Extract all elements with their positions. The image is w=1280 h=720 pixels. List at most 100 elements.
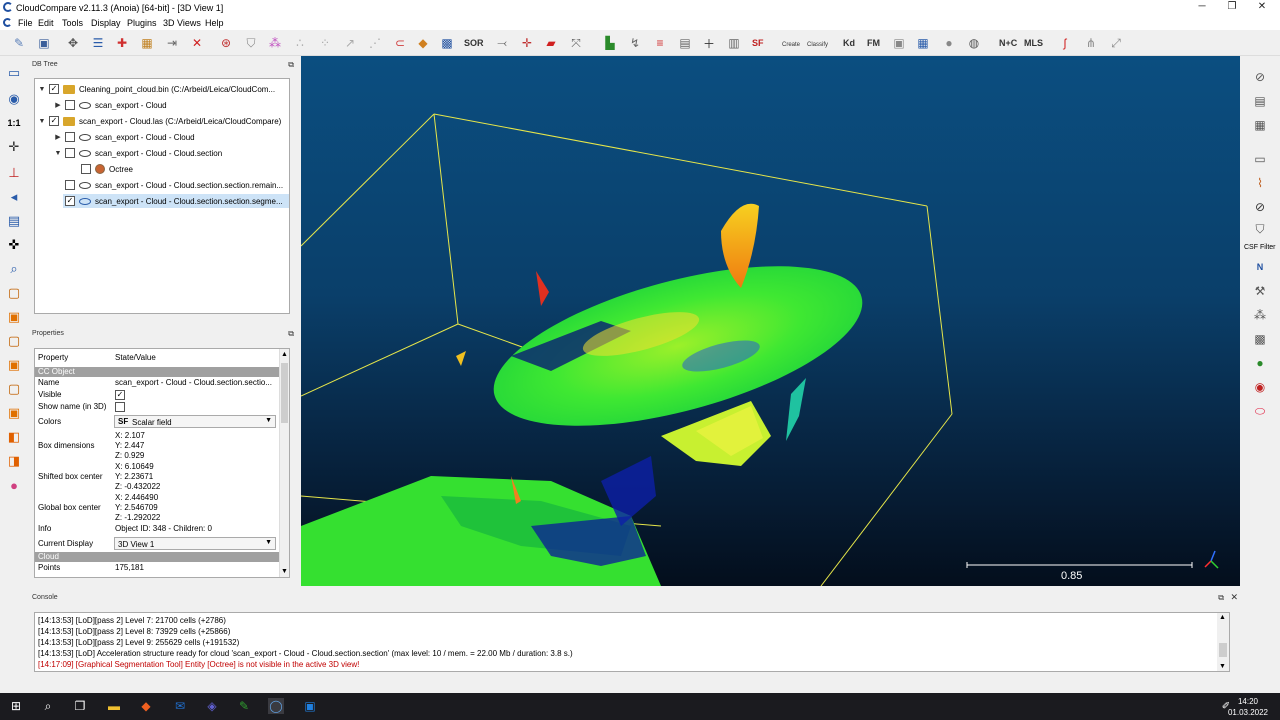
search-icon[interactable]: ⌕ <box>40 698 56 714</box>
scroll-up-icon[interactable]: ▲ <box>281 351 288 358</box>
tree-checkbox[interactable] <box>81 164 91 174</box>
auto-pivot-icon[interactable]: ⊥ <box>5 164 23 182</box>
tree-checkbox[interactable]: ✓ <box>49 116 59 126</box>
canupo-classify-label[interactable]: Classify <box>807 42 828 48</box>
display-dropdown[interactable]: 3D View 1 ▼ <box>114 537 276 550</box>
cloudcompare-taskbar-icon[interactable]: ◯ <box>268 698 284 714</box>
menu-plugins[interactable]: Plugins <box>127 18 157 28</box>
scroll-up-icon[interactable]: ▲ <box>1219 614 1226 621</box>
collapse-arrow-icon[interactable]: ▶ <box>53 133 63 141</box>
view-right-icon[interactable]: ▣ <box>5 356 23 374</box>
name-field[interactable]: scan_export - Cloud - Cloud.section.sect… <box>115 378 272 387</box>
fm-label[interactable]: FM <box>867 38 880 48</box>
csf-shield-icon[interactable]: ⛉ <box>1251 220 1269 238</box>
sor-label[interactable]: SOR <box>464 38 484 48</box>
float-panel-icon[interactable]: ⧉ <box>1218 593 1224 603</box>
brush-icon[interactable]: ⌇ <box>1251 174 1269 192</box>
back-view-icon[interactable]: ◨ <box>5 452 23 470</box>
expand-arrow-icon[interactable]: ▼ <box>53 150 63 157</box>
sf-ops-icon[interactable]: ≡ <box>651 34 669 52</box>
compass-tool-icon[interactable]: ⊘ <box>1251 198 1269 216</box>
tree-checkbox[interactable] <box>65 148 75 158</box>
restore-button[interactable]: ❐ <box>1218 1 1246 12</box>
menu-edit[interactable]: Edit <box>38 18 54 28</box>
nc-label[interactable]: N+C <box>999 38 1017 48</box>
hammer-icon[interactable]: ⚒ <box>1251 282 1269 300</box>
canupo-create-label[interactable]: Create <box>782 42 800 48</box>
outlook-icon[interactable]: ✉ <box>172 698 188 714</box>
tree-filter-icon[interactable]: ⋔ <box>1082 34 1100 52</box>
tree-item[interactable]: ▼ ✓ Cleaning_point_cloud.bin (C:/Arbeid/… <box>37 82 275 96</box>
rgb-icon[interactable]: ◉ <box>1251 378 1269 396</box>
tree-item-selected[interactable]: ✓ scan_export - Cloud - Cloud.section.se… <box>63 194 289 208</box>
view-left-icon[interactable]: ▢ <box>5 332 23 350</box>
north-icon[interactable]: N <box>1251 258 1269 276</box>
zoom-app-icon[interactable]: ▣ <box>302 698 318 714</box>
sf-remove-icon[interactable]: ▥ <box>725 34 743 52</box>
console-scrollbar[interactable]: ▲ ▼ <box>1217 613 1229 671</box>
task-view-icon[interactable]: ❐ <box>72 698 88 714</box>
menu-help[interactable]: Help <box>205 18 224 28</box>
green-sphere-icon[interactable]: ● <box>1251 354 1269 372</box>
s-curve-icon[interactable]: ʃ <box>1056 34 1074 52</box>
view-bottom-icon[interactable]: ▣ <box>5 404 23 422</box>
view-top-icon[interactable]: ▢ <box>5 284 23 302</box>
float-panel-icon[interactable]: ⧉ <box>288 329 294 339</box>
open-icon[interactable]: ✎ <box>10 34 28 52</box>
point-cloud-render[interactable] <box>301 56 1240 586</box>
app-menu-icon[interactable] <box>3 18 12 27</box>
rotate-icon[interactable]: ◂ <box>5 188 23 206</box>
sphere-icon[interactable]: ● <box>940 34 958 52</box>
spread-icon[interactable]: ⁘ <box>316 34 334 52</box>
sample-icon[interactable]: ⊛ <box>217 34 235 52</box>
csf-filter-label[interactable]: CSF Filter <box>1244 244 1276 251</box>
plus-sf-icon[interactable]: ＋ <box>700 34 718 52</box>
sf-list-icon[interactable]: ▤ <box>676 34 694 52</box>
crosshair-icon[interactable]: ✛ <box>518 34 536 52</box>
scroll-down-icon[interactable]: ▼ <box>1219 663 1226 670</box>
mls-label[interactable]: MLS <box>1024 38 1043 48</box>
scroll-thumb[interactable] <box>281 363 288 423</box>
save-icon[interactable]: ▣ <box>35 34 53 52</box>
tree-checkbox[interactable] <box>65 180 75 190</box>
view-back-icon[interactable]: ▢ <box>5 380 23 398</box>
stop-icon[interactable]: ⊘ <box>1251 68 1269 86</box>
noise-icon[interactable]: ∴ <box>291 34 309 52</box>
points-icon[interactable]: ⤧ <box>567 34 585 52</box>
compass-icon[interactable]: ⤙ <box>493 34 511 52</box>
film-icon[interactable]: ▭ <box>1251 150 1269 168</box>
windows-start-icon[interactable]: ⊞ <box>8 698 24 714</box>
cube-icon[interactable]: ▤ <box>5 212 23 230</box>
pdal-icon[interactable]: ▩ <box>1251 330 1269 348</box>
tree-item[interactable]: ▼ ✓ scan_export - Cloud.las (C:/Arbeid/L… <box>37 114 281 128</box>
mesh-icon[interactable]: ▣ <box>890 34 908 52</box>
tree-icon[interactable]: ◆ <box>414 34 432 52</box>
show-name-checkbox[interactable] <box>115 402 125 414</box>
kd-label[interactable]: Kd <box>843 38 855 48</box>
raster-icon[interactable]: ▦ <box>914 34 932 52</box>
plane-icon[interactable]: ▰ <box>542 34 560 52</box>
file-explorer-icon[interactable]: ▬ <box>106 698 122 714</box>
visible-checkbox[interactable]: ✓ <box>115 390 125 400</box>
minimize-button[interactable]: ─ <box>1188 1 1216 12</box>
pivot-icon[interactable]: ✛ <box>5 138 23 156</box>
cc-icon[interactable]: ⊂ <box>391 34 409 52</box>
mesh-filter-icon[interactable]: ⁂ <box>1251 306 1269 324</box>
float-panel-icon[interactable]: ⧉ <box>288 60 294 70</box>
ellipse-icon[interactable]: ⬭ <box>1251 402 1269 420</box>
sf-label[interactable]: SF <box>752 38 764 48</box>
menu-file[interactable]: File <box>18 18 33 28</box>
scroll-down-icon[interactable]: ▼ <box>281 568 288 575</box>
expand-arrow-icon[interactable]: ▼ <box>37 86 47 93</box>
scroll-thumb[interactable] <box>1219 643 1227 657</box>
tree-item[interactable]: Octree <box>79 162 133 176</box>
subsample-icon[interactable]: ⁂ <box>266 34 284 52</box>
camera-icon[interactable]: ◉ <box>5 90 23 108</box>
teams-icon[interactable]: ◈ <box>204 698 220 714</box>
zoom-icon[interactable]: ⌕ <box>5 260 23 278</box>
view-front-icon[interactable]: ▣ <box>5 308 23 326</box>
tree-checkbox[interactable]: ✓ <box>65 196 75 206</box>
globe-icon[interactable]: ◍ <box>965 34 983 52</box>
3d-view[interactable]: 0.85 <box>301 56 1240 586</box>
tree-item[interactable]: ▶ scan_export - Cloud - Cloud <box>53 130 195 144</box>
